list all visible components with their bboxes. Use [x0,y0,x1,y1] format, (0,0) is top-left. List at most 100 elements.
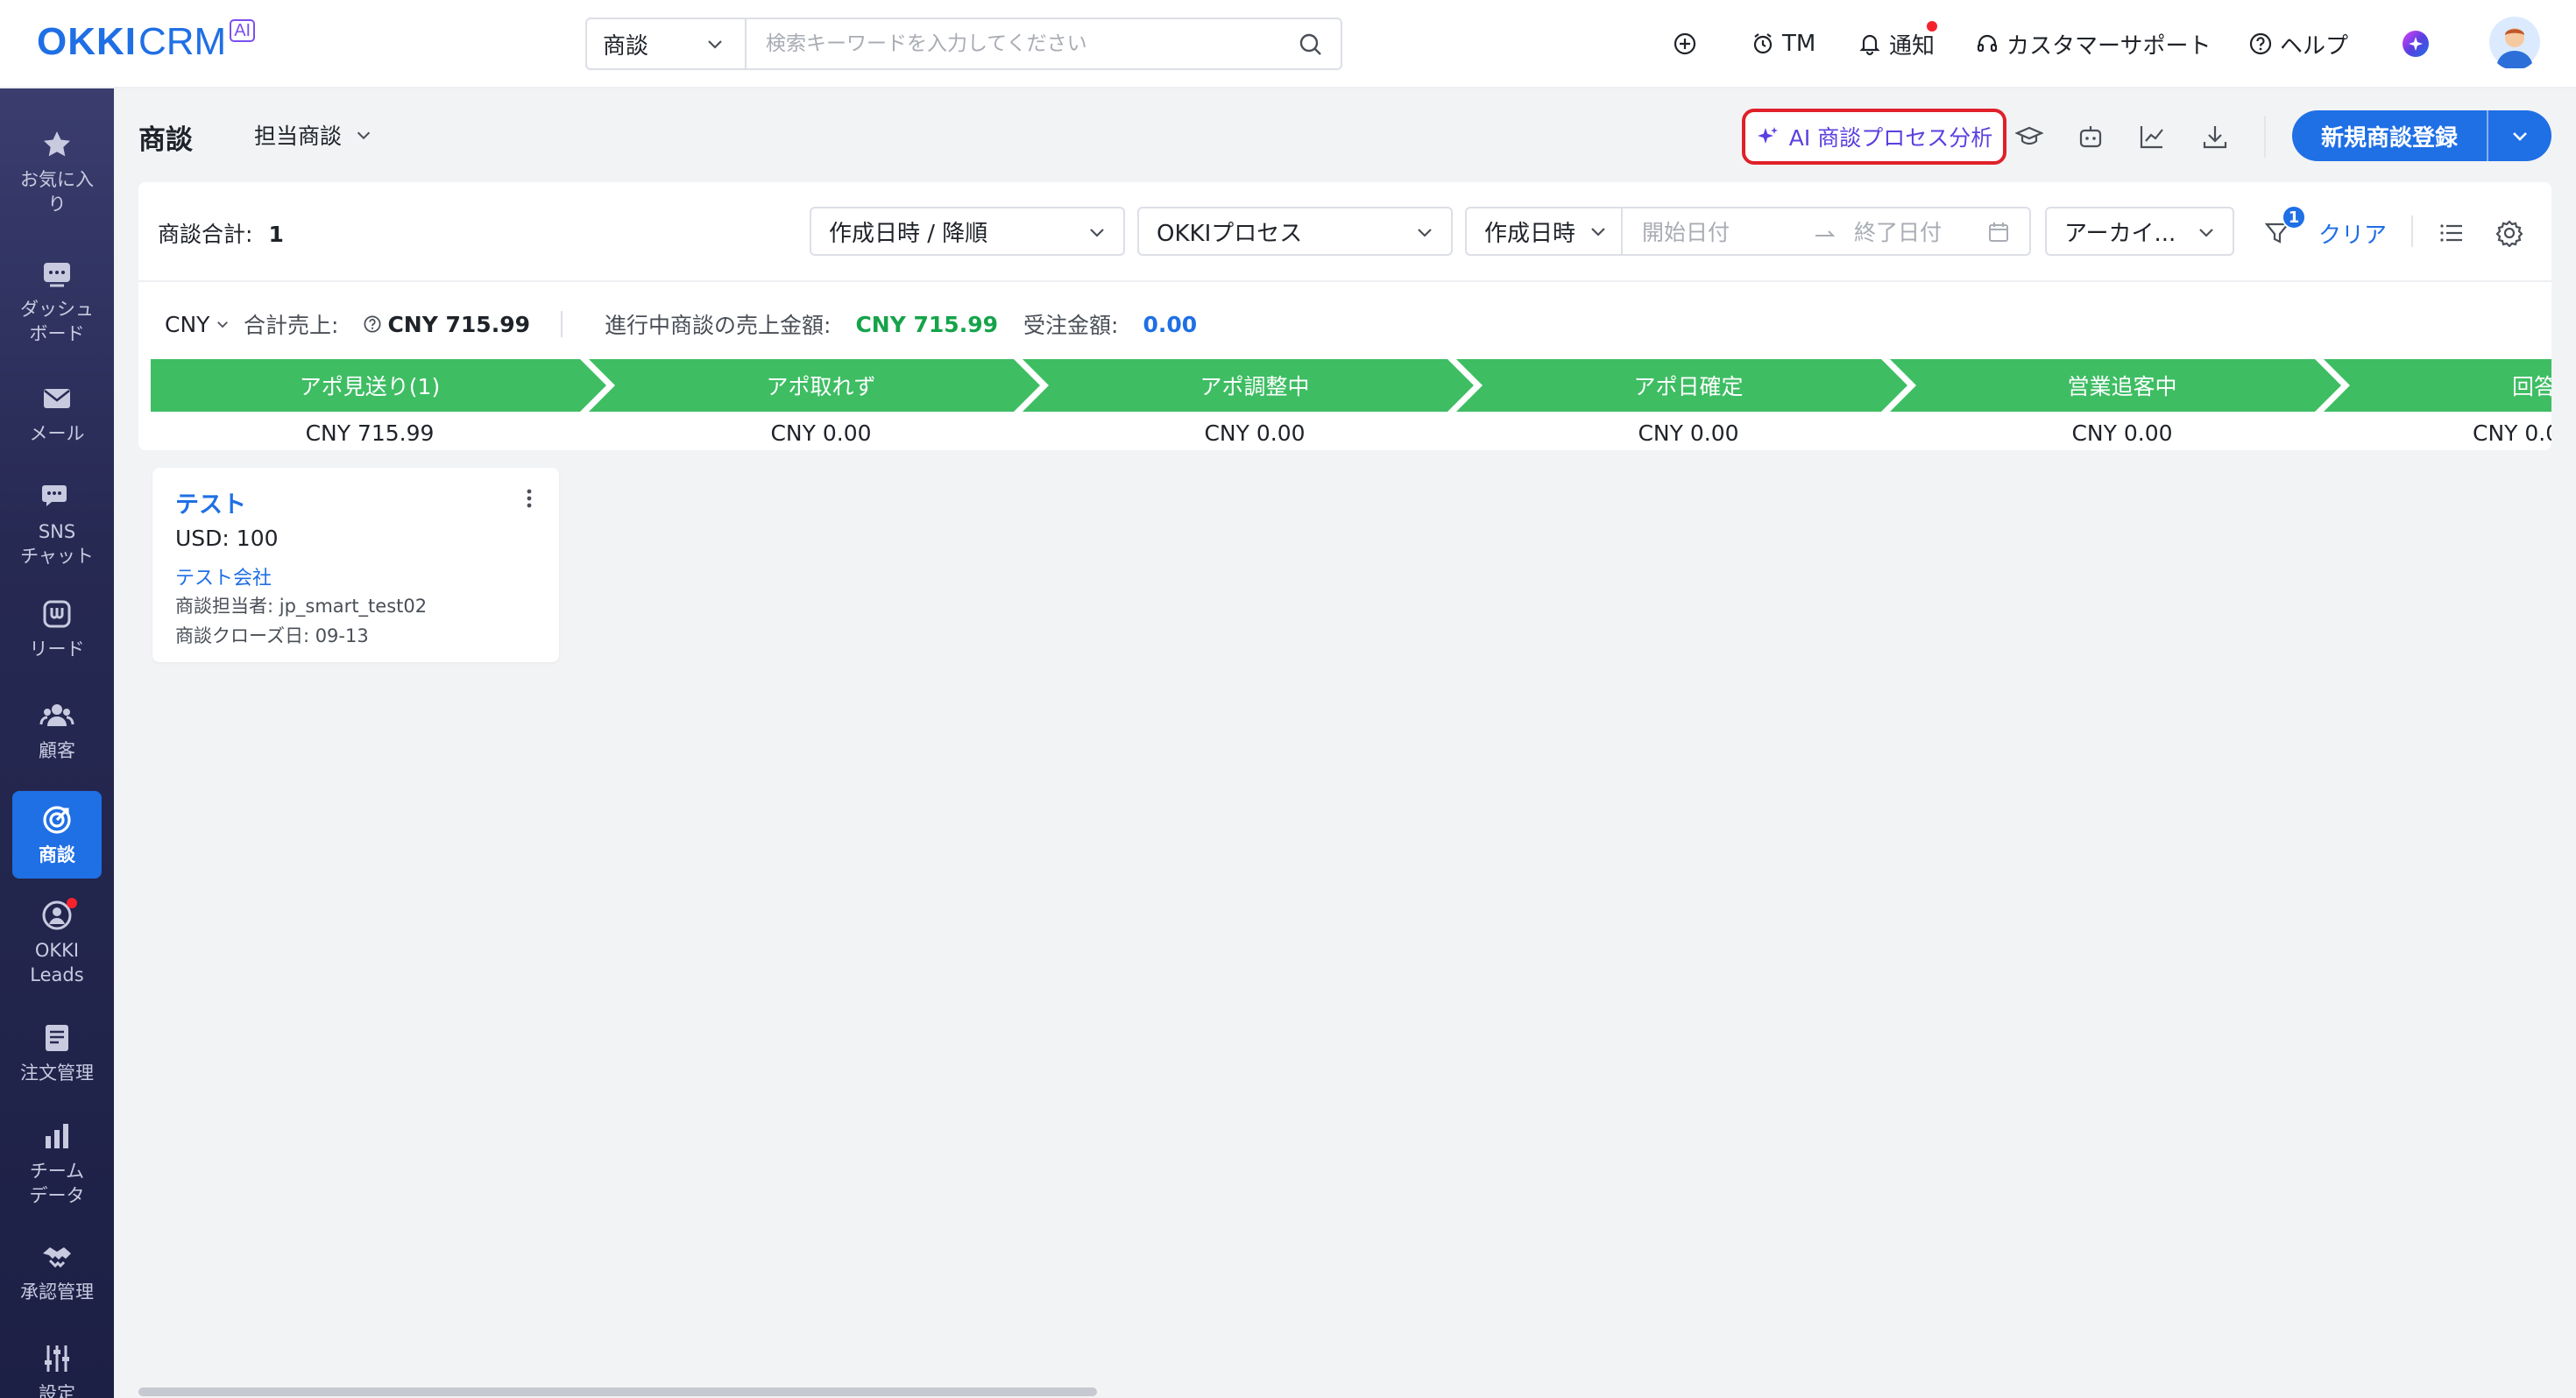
stage-header[interactable]: アポ取れず [606,359,1036,412]
notification-button[interactable]: 通知 [1858,21,1937,65]
deal-count-label: 商談合計: [158,222,253,247]
sidebar-item-label: チーム [29,1161,85,1182]
won-amount-label: 受注金額: [1023,313,1119,338]
star-icon [44,131,70,157]
sidebar-item-mail[interactable]: メール [0,381,114,446]
deal-card[interactable]: テスト USD: 100 テスト会社 商談担当者: jp_smart_test0… [152,468,559,662]
sidebar-item-okki-leads[interactable]: OKKI Leads [0,898,114,987]
filter-divider [2411,215,2413,247]
ai-robot-button[interactable] [2073,119,2108,154]
tm-label: TM [1782,31,1816,57]
help-circle-icon [2249,32,2272,55]
customers-icon [39,704,74,726]
sidebar-item-label: 設定 [39,1383,75,1398]
pipeline-stages: アポ見送り(1) アポ取れず アポ調整中 アポ日確定 営業追客中 回答待ち [151,359,2551,412]
currency-value: CNY [165,311,210,337]
start-date-input[interactable]: 開始日付 [1642,215,1730,247]
ai-assistant-orb[interactable] [2401,23,2431,65]
deal-count: 商談合計: 1 [158,217,284,249]
view-select-value: 担当商談 [254,124,343,149]
sidebar-item-leads[interactable]: リード [0,597,114,661]
deal-count-value: 1 [268,222,284,247]
ongoing-sales-label: 進行中商談の売上金額: [605,313,832,338]
sidebar-item-dashboard[interactable]: ダッシュ ボード [0,257,114,346]
sidebar-item-sns-chat[interactable]: SNS チャット [0,479,114,568]
stage-header[interactable]: アポ日確定 [1474,359,1903,412]
stage-amount: CNY 0.0 [2473,420,2551,446]
new-deal-button[interactable]: 新規商談登録 [2292,110,2551,161]
gear-icon[interactable] [2495,219,2523,247]
deal-card-owner: 商談担当者: jp_smart_test02 [175,596,428,617]
sales-summary: CNY 合計売上: CNY 715.99 進行中商談の売上金額: CNY 715… [138,307,2551,342]
graduation-cap-icon [2015,126,2043,145]
sidebar-item-label: Leads [30,964,84,985]
ongoing-sales: 進行中商談の売上金額: CNY 715.99 [605,307,998,342]
sidebar-item-approvals[interactable]: 承認管理 [0,1239,114,1304]
customer-support-button[interactable]: カスタマーサポート [1975,23,2211,65]
sidebar-item-label: データ [29,1185,85,1206]
bell-icon [1859,34,1880,56]
horizontal-scrollbar[interactable] [138,1387,1097,1396]
chevron-down-icon [1591,228,1605,237]
tutorial-button[interactable] [2012,119,2047,154]
sort-select[interactable]: 作成日時 / 降順 [810,207,1125,256]
stage-header[interactable]: 回答待ち [2341,359,2551,412]
stage-header[interactable]: アポ調整中 [1040,359,1469,412]
settings-sliders-icon [45,1345,69,1372]
date-type-select[interactable]: 作成日時 [1467,208,1623,254]
sidebar-item-customers[interactable]: 顧客 [0,698,114,763]
deal-card-title[interactable]: テスト [175,485,246,519]
sidebar: お気に入 り ダッシュ ボード メール SNS チャット リード 顧客 商談 O… [0,88,114,1398]
total-sales-value: CNY 715.99 [387,311,530,337]
page-title: 商談 [138,124,193,156]
deal-board-panel: 商談合計: 1 作成日時 / 降順 OKKIプロセス 作成日時 開始日付 終了日付… [138,182,2551,450]
ai-orb-icon [2403,31,2429,57]
sidebar-item-team-data[interactable]: チーム データ [0,1119,114,1208]
help-button[interactable]: ヘルプ [2248,23,2348,65]
new-deal-dropdown-toggle[interactable] [2488,125,2551,146]
sidebar-item-orders[interactable]: 注文管理 [0,1020,114,1085]
quick-add-button[interactable] [1672,23,1698,65]
stage-header[interactable]: 営業追客中 [1907,359,2337,412]
total-sales: 合計売上: CNY 715.99 [244,307,530,342]
chat-icon [42,485,67,506]
alarm-clock-icon [1753,33,1773,54]
deal-card-close-date: 商談クローズ日: 09-13 [175,625,369,646]
archive-select[interactable]: アーカイ... [2045,207,2234,256]
process-select[interactable]: OKKIプロセス [1137,207,1453,256]
export-button[interactable] [2197,119,2233,154]
tm-button[interactable]: TM [1751,23,1815,65]
clear-filters-link[interactable]: クリア [2318,217,2387,250]
deal-card-company[interactable]: テスト会社 [175,562,272,590]
list-view-icon[interactable] [2438,219,2466,247]
end-date-input[interactable]: 終了日付 [1854,215,1942,247]
stage-amount: CNY 0.00 [1638,420,1739,446]
robot-icon [2079,126,2102,148]
sidebar-item-label: お気に入 [20,169,94,190]
summary-divider [561,311,563,337]
chevron-down-icon [2199,229,2213,237]
sidebar-item-deals[interactable]: 商談 [0,791,114,879]
user-avatar[interactable] [2488,16,2541,68]
more-vertical-icon[interactable] [526,487,533,510]
calendar-icon[interactable] [1987,221,2010,244]
analytics-button[interactable] [2134,119,2169,154]
won-amount-value: 0.00 [1143,311,1198,337]
currency-select[interactable]: CNY [165,307,230,342]
arrow-right-icon [1815,230,1836,237]
sidebar-item-settings[interactable]: 設定 [0,1341,114,1398]
ai-process-analysis-button[interactable]: AI 商談プロセス分析 [1742,109,2006,165]
mail-icon [44,389,70,408]
sidebar-item-label: り [47,194,67,215]
ongoing-sales-value: CNY 715.99 [855,311,998,337]
help-circle-icon[interactable] [363,314,382,334]
notification-label: 通知 [1889,32,1936,60]
bar-chart-icon [46,1124,68,1148]
headset-icon [1977,34,1998,53]
sidebar-item-favorites[interactable]: お気に入 り [0,127,114,216]
sidebar-item-label: メール [29,423,85,444]
view-select[interactable]: 担当商談 [254,119,373,151]
stage-amount: CNY 715.99 [305,420,435,446]
stage-header[interactable]: アポ見送り(1) [151,359,589,412]
chevron-down-icon [357,131,371,140]
